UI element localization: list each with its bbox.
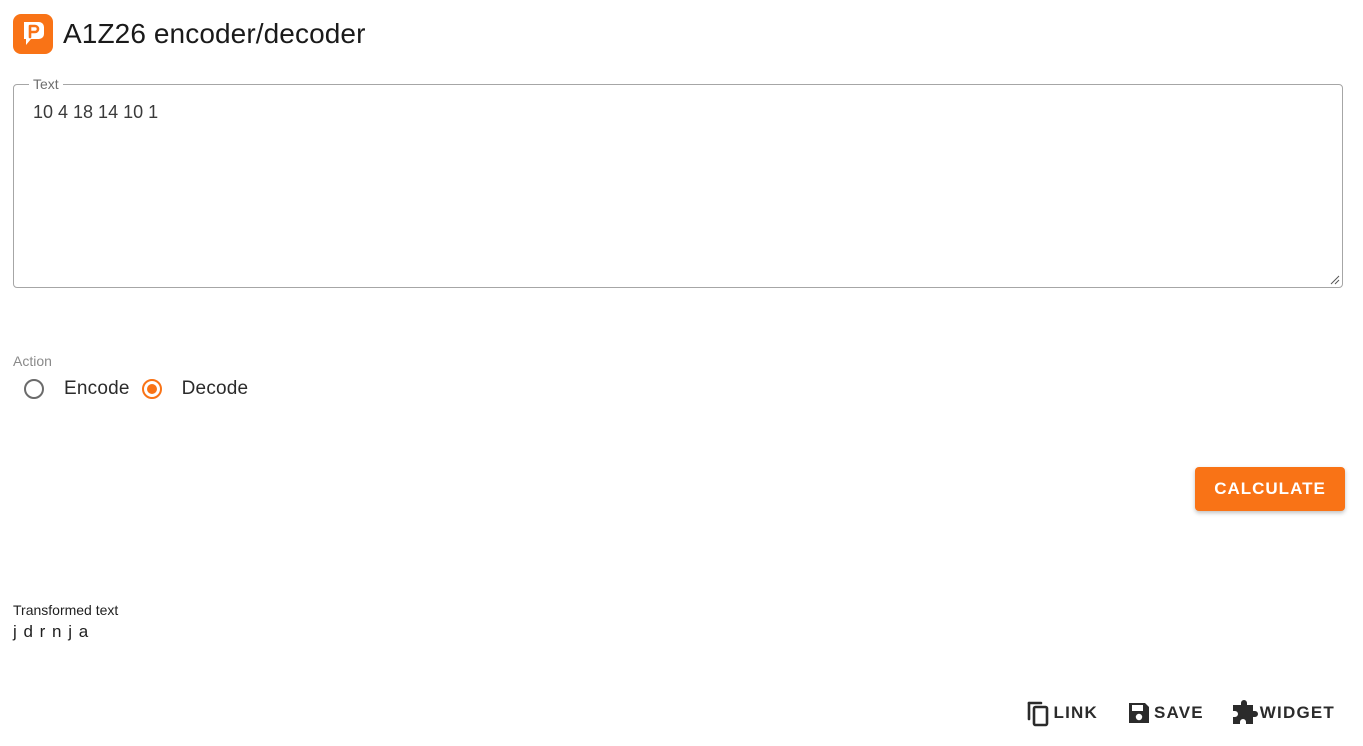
widget-button[interactable]: WIDGET <box>1232 699 1335 727</box>
floppy-disk-icon <box>1126 699 1152 727</box>
radio-checked-icon[interactable] <box>141 379 162 399</box>
action-radio-group: Encode Decode <box>24 374 260 404</box>
radio-unchecked-icon[interactable] <box>24 379 44 399</box>
resize-handle-icon[interactable] <box>1330 275 1340 285</box>
text-field-label: Text <box>29 76 63 92</box>
widget-button-label: WIDGET <box>1259 703 1335 722</box>
text-field: Text 10 4 18 14 10 1 <box>13 76 1343 288</box>
puzzle-piece-icon <box>1232 699 1258 727</box>
page-title: A1Z26 encoder/decoder <box>63 18 366 49</box>
radio-decode-label[interactable]: Decode <box>182 377 249 401</box>
planetcalc-logo-icon[interactable] <box>13 14 53 54</box>
text-input[interactable]: 10 4 18 14 10 1 <box>33 101 1313 261</box>
save-button[interactable]: SAVE <box>1126 699 1204 727</box>
page: A1Z26 encoder/decoder Text 10 4 18 14 10… <box>0 0 1363 746</box>
bottom-toolbar: LINK SAVE WIDGET <box>997 698 1335 728</box>
link-button[interactable]: LINK <box>1025 699 1097 727</box>
radio-dot <box>146 384 157 394</box>
action-label: Action <box>13 353 52 369</box>
header: A1Z26 encoder/decoder <box>13 14 366 54</box>
radio-encode-label[interactable]: Encode <box>64 377 130 401</box>
calculate-button[interactable]: CALCULATE <box>1195 467 1345 511</box>
result-value: j d r n j a <box>13 622 90 641</box>
copy-icon <box>1025 699 1051 727</box>
radio-encode[interactable]: Encode <box>24 377 130 401</box>
result-label: Transformed text <box>13 602 119 618</box>
save-button-label: SAVE <box>1153 703 1204 722</box>
radio-decode[interactable]: Decode <box>141 377 249 401</box>
link-button-label: LINK <box>1053 703 1098 722</box>
